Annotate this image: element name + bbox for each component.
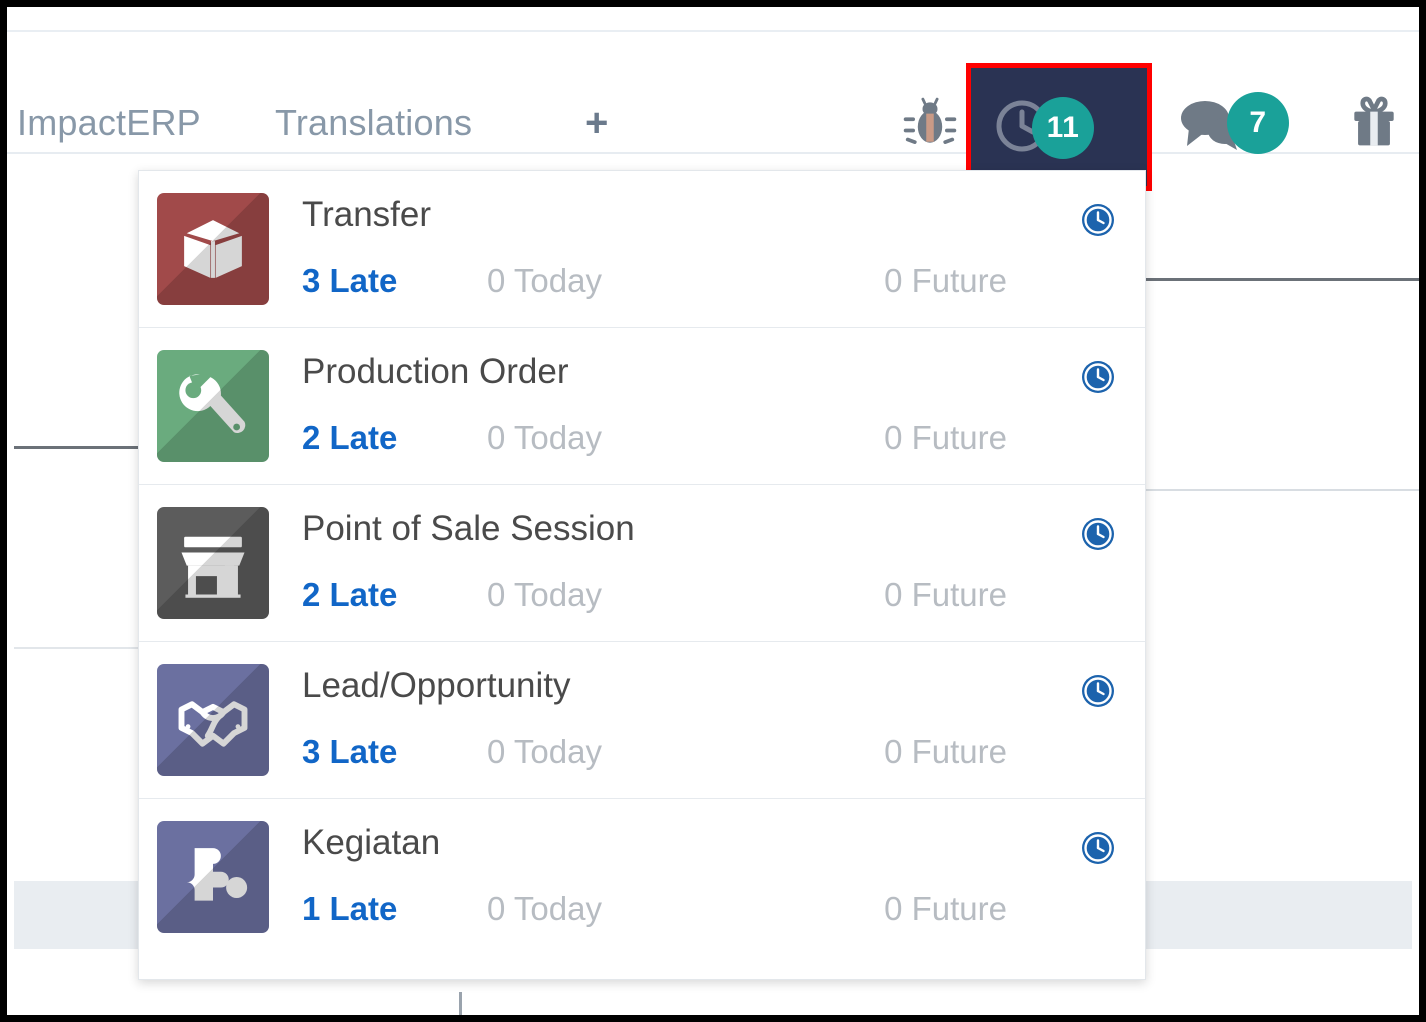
messages-menu-button[interactable]: 7 (1179, 92, 1319, 156)
tile-shadow (157, 507, 269, 619)
clock-icon[interactable] (1081, 360, 1115, 394)
future-count[interactable]: 0 Future (884, 261, 1007, 301)
activity-item-counts: 2 Late 0 Today 0 Future (302, 575, 1145, 615)
activity-item-counts: 1 Late 0 Today 0 Future (302, 889, 1145, 929)
app-tile (157, 193, 269, 305)
activity-item-lead-opportunity[interactable]: Lead/Opportunity 3 Late 0 Today 0 Future (139, 641, 1145, 798)
clock-icon[interactable] (1081, 517, 1115, 551)
today-count[interactable]: 0 Today (487, 575, 602, 615)
today-count[interactable]: 0 Today (487, 732, 602, 772)
activity-item-title: Point of Sale Session (302, 509, 635, 548)
tile-shadow (157, 821, 269, 933)
activity-item-transfer[interactable]: Transfer 3 Late 0 Today 0 Future (139, 171, 1145, 327)
activity-count-badge: 11 (1032, 97, 1094, 159)
activity-item-body: Lead/Opportunity 3 Late 0 Today 0 Future (269, 664, 1145, 772)
clock-icon[interactable] (1081, 203, 1115, 237)
gift-icon[interactable] (1344, 90, 1404, 152)
messages-count-badge: 7 (1227, 92, 1289, 154)
activity-dropdown-menu: Transfer 3 Late 0 Today 0 Future Product… (138, 170, 1146, 980)
activity-button-content: 11 (994, 97, 1124, 159)
activity-item-kegiatan[interactable]: Kegiatan 1 Late 0 Today 0 Future (139, 798, 1145, 979)
background-tick (459, 992, 462, 1015)
background-rule (1145, 278, 1419, 281)
future-count[interactable]: 0 Future (884, 889, 1007, 929)
clock-icon[interactable] (1081, 674, 1115, 708)
activity-item-body: Production Order 2 Late 0 Today 0 Future (269, 350, 1145, 458)
app-tile (157, 350, 269, 462)
future-count[interactable]: 0 Future (884, 418, 1007, 458)
activity-item-title: Lead/Opportunity (302, 666, 571, 705)
activity-item-production-order[interactable]: Production Order 2 Late 0 Today 0 Future (139, 327, 1145, 484)
activity-item-counts: 2 Late 0 Today 0 Future (302, 418, 1145, 458)
activity-item-counts: 3 Late 0 Today 0 Future (302, 261, 1145, 301)
late-count[interactable]: 2 Late (302, 575, 397, 615)
background-rule (14, 446, 143, 449)
menu-item-translations[interactable]: Translations (275, 102, 472, 144)
app-tile (157, 664, 269, 776)
tile-shadow (157, 350, 269, 462)
top-navbar: ImpactERP Translations + 11 7 (7, 30, 1419, 191)
activity-item-title: Kegiatan (302, 823, 441, 862)
background-rule (14, 647, 143, 649)
background-rule (1145, 489, 1419, 491)
activity-item-point-of-sale-session[interactable]: Point of Sale Session 2 Late 0 Today 0 F… (139, 484, 1145, 641)
app-window: ImpactERP Translations + 11 7 Transfer 3… (0, 0, 1426, 1022)
app-tile (157, 507, 269, 619)
activity-item-title: Transfer (302, 195, 432, 234)
brand-title[interactable]: ImpactERP (17, 102, 201, 144)
tile-shadow (157, 193, 269, 305)
future-count[interactable]: 0 Future (884, 575, 1007, 615)
activity-item-body: Transfer 3 Late 0 Today 0 Future (269, 193, 1145, 301)
late-count[interactable]: 3 Late (302, 261, 397, 301)
clock-icon[interactable] (1081, 831, 1115, 865)
today-count[interactable]: 0 Today (487, 418, 602, 458)
late-count[interactable]: 1 Late (302, 889, 397, 929)
late-count[interactable]: 2 Late (302, 418, 397, 458)
activity-item-counts: 3 Late 0 Today 0 Future (302, 732, 1145, 772)
late-count[interactable]: 3 Late (302, 732, 397, 772)
add-button[interactable]: + (585, 103, 608, 143)
tile-shadow (157, 664, 269, 776)
activity-item-body: Kegiatan 1 Late 0 Today 0 Future (269, 821, 1145, 929)
future-count[interactable]: 0 Future (884, 732, 1007, 772)
app-tile (157, 821, 269, 933)
activity-item-body: Point of Sale Session 2 Late 0 Today 0 F… (269, 507, 1145, 615)
today-count[interactable]: 0 Today (487, 889, 602, 929)
activity-item-title: Production Order (302, 352, 569, 391)
bug-icon[interactable] (900, 92, 960, 154)
today-count[interactable]: 0 Today (487, 261, 602, 301)
